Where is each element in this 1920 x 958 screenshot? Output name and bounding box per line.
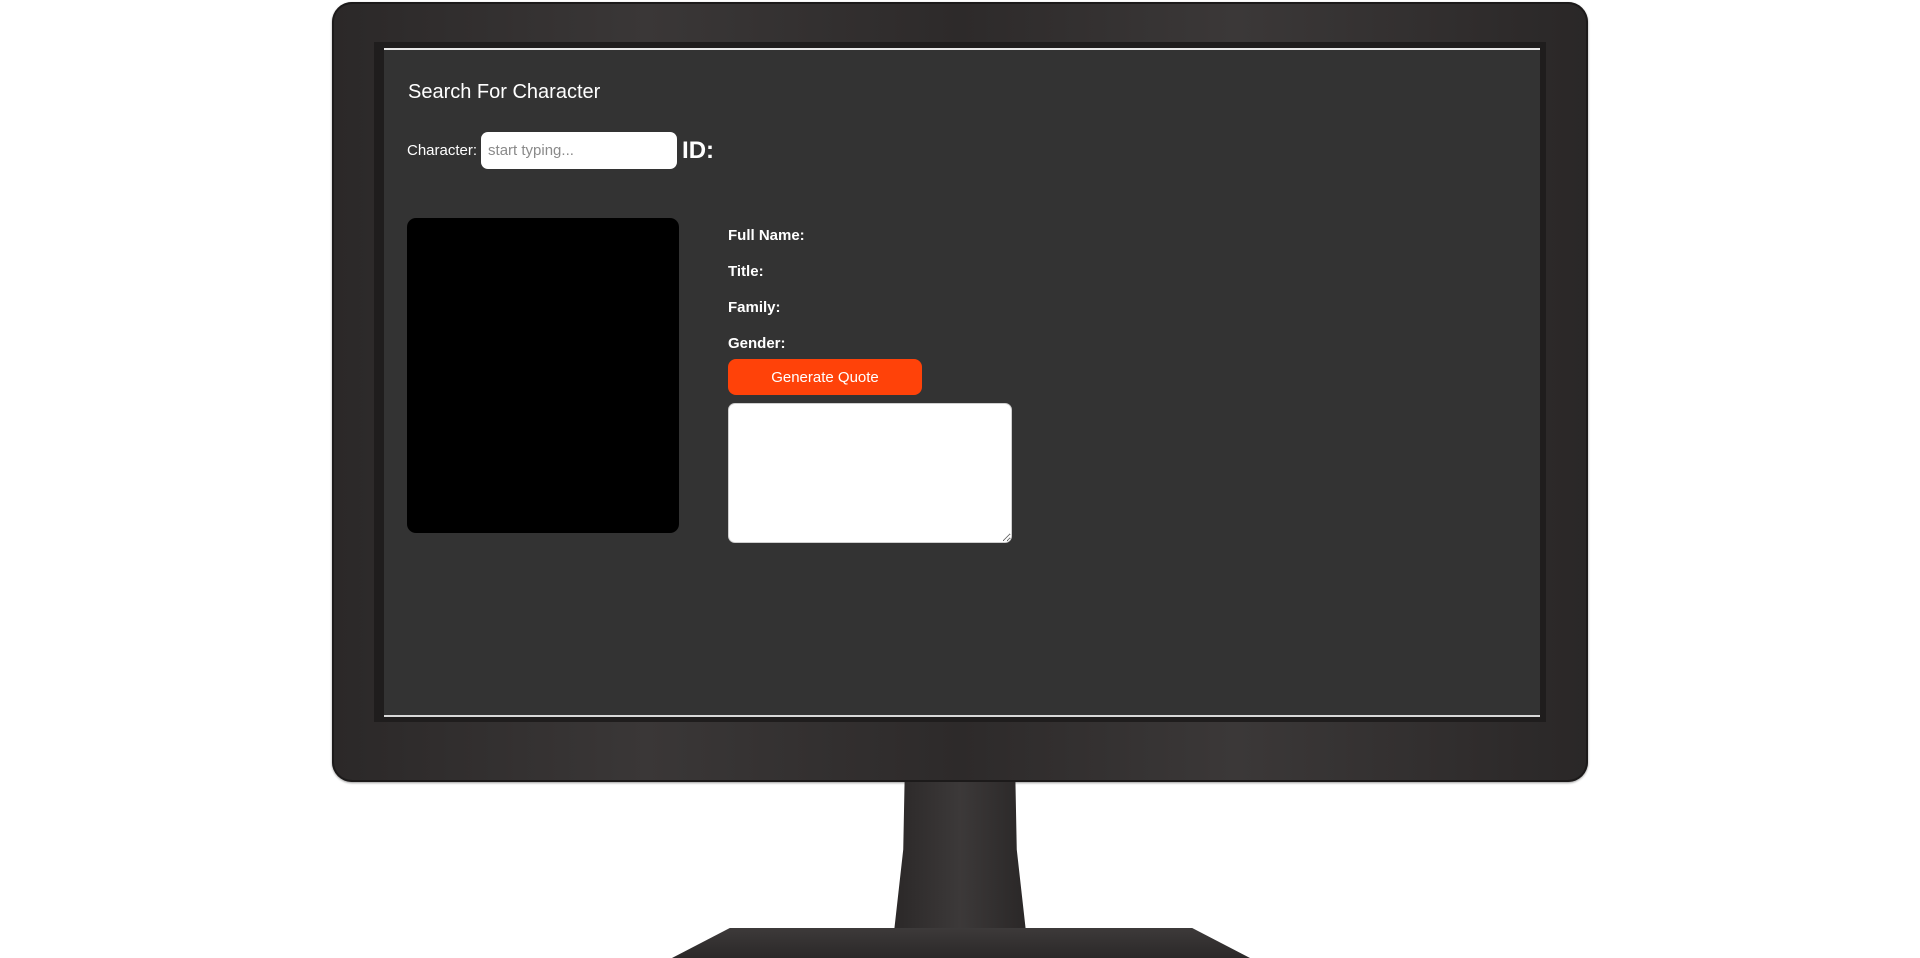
monitor-stand-neck bbox=[894, 782, 1026, 932]
app-screen: Search For Character Character: ID: Full… bbox=[384, 48, 1540, 717]
generate-quote-button[interactable]: Generate Quote bbox=[728, 359, 922, 395]
character-label: Character: bbox=[407, 142, 478, 159]
title-label: Title: bbox=[728, 263, 764, 280]
page-title: Search For Character bbox=[408, 81, 601, 103]
character-search-input[interactable] bbox=[481, 132, 678, 169]
stage: Search For Character Character: ID: Full… bbox=[0, 0, 1920, 958]
gender-label: Gender: bbox=[728, 335, 786, 352]
search-row: Character: ID: bbox=[407, 132, 714, 169]
character-details: Full Name: Title: Family: Gender: bbox=[728, 218, 805, 362]
id-label: ID: bbox=[682, 136, 715, 164]
character-portrait bbox=[407, 218, 679, 533]
full-name-label: Full Name: bbox=[728, 227, 805, 244]
monitor-stand-base bbox=[672, 928, 1250, 958]
family-label: Family: bbox=[728, 299, 781, 316]
quote-textarea[interactable] bbox=[728, 403, 1012, 543]
